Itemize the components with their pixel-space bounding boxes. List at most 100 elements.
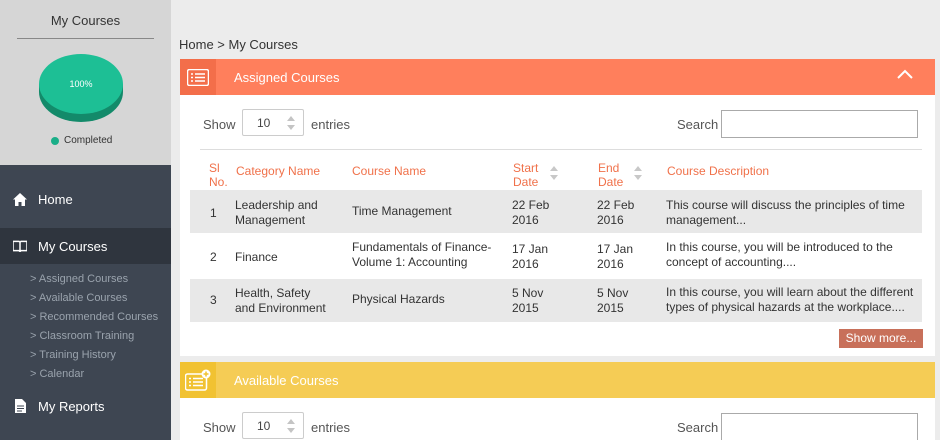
nav-label: My Courses bbox=[38, 238, 108, 254]
search-label: Search bbox=[677, 420, 719, 435]
submenu-item-history[interactable]: > Training History bbox=[30, 346, 158, 365]
submenu-item-available[interactable]: > Available Courses bbox=[30, 289, 158, 308]
table-row[interactable]: 1 Leadership and Management Time Managem… bbox=[190, 190, 922, 233]
show-label: Show bbox=[203, 420, 236, 435]
search-label: Search bbox=[677, 117, 719, 132]
cell-text: 17 Jan bbox=[597, 242, 634, 256]
progress-panel: My Courses 100% Completed bbox=[0, 0, 171, 165]
cell-start-date: 22 Feb 2016 bbox=[512, 198, 549, 228]
entries-value: 10 bbox=[257, 116, 271, 130]
cell-sl-no: 3 bbox=[210, 293, 217, 307]
cell-text: In this course, you will be introduced t… bbox=[666, 240, 893, 254]
cell-description: This course will discuss the principles … bbox=[666, 198, 905, 228]
cell-text: 5 Nov bbox=[597, 286, 629, 300]
available-courses-header[interactable]: Available Courses bbox=[180, 362, 935, 398]
cell-text: Finance bbox=[235, 250, 278, 264]
nav-item-my-reports[interactable]: My Reports bbox=[0, 388, 171, 424]
nav-label: My Reports bbox=[38, 398, 105, 414]
table-row[interactable]: 2 Finance Fundamentals of Finance- Volum… bbox=[190, 235, 922, 278]
cell-course-name[interactable]: Physical Hazards bbox=[352, 292, 445, 307]
table-controls: Show 10 entries Search bbox=[180, 95, 935, 151]
header-text: No. bbox=[209, 175, 228, 189]
sidebar: My Courses 100% Completed Home My Course… bbox=[0, 0, 171, 440]
report-icon bbox=[13, 399, 27, 413]
cell-text: Management bbox=[235, 213, 306, 227]
header-text: Sl bbox=[209, 161, 220, 175]
submenu-item-classroom[interactable]: > Classroom Training bbox=[30, 327, 158, 346]
cell-text: Time Management bbox=[352, 204, 452, 218]
cell-course-name[interactable]: Fundamentals of Finance- Volume 1: Accou… bbox=[352, 240, 491, 270]
show-more-button[interactable]: Show more... bbox=[839, 329, 923, 348]
cell-text: and Environment bbox=[235, 301, 326, 315]
book-icon bbox=[13, 239, 27, 253]
spinner-arrows-icon[interactable] bbox=[286, 113, 296, 133]
collapse-chevron-icon[interactable] bbox=[897, 69, 913, 79]
cell-text: management... bbox=[666, 213, 747, 227]
cell-text: 2016 bbox=[512, 213, 539, 227]
nav-item-home[interactable]: Home bbox=[0, 181, 171, 217]
cell-description: In this course, you will learn about the… bbox=[666, 285, 913, 315]
cell-sl-no: 1 bbox=[210, 206, 217, 220]
cell-end-date: 5 Nov 2015 bbox=[597, 286, 628, 316]
entries-label: entries bbox=[311, 420, 351, 435]
cell-description: In this course, you will be introduced t… bbox=[666, 240, 893, 270]
show-label: Show bbox=[203, 117, 236, 132]
cell-end-date: 22 Feb 2016 bbox=[597, 198, 634, 228]
column-header-category[interactable]: Category Name bbox=[236, 164, 320, 178]
legend-label: Completed bbox=[64, 135, 113, 146]
cell-start-date: 5 Nov 2015 bbox=[512, 286, 543, 316]
column-header-start-date[interactable]: Start Date bbox=[513, 161, 538, 189]
column-header-end-date[interactable]: End Date bbox=[598, 161, 623, 189]
entries-value: 10 bbox=[257, 419, 271, 433]
breadcrumb: Home > My Courses bbox=[179, 37, 298, 52]
nav-label: Home bbox=[38, 191, 73, 207]
divider bbox=[17, 38, 154, 39]
cell-course-name[interactable]: Time Management bbox=[352, 204, 452, 219]
cell-text: 2016 bbox=[512, 257, 539, 271]
sort-icon[interactable] bbox=[633, 165, 643, 181]
search-input[interactable] bbox=[721, 110, 918, 138]
pie-percent-label: 100% bbox=[69, 79, 93, 89]
submenu-item-assigned[interactable]: > Assigned Courses bbox=[30, 270, 158, 289]
column-header-course[interactable]: Course Name bbox=[352, 164, 426, 178]
cell-text: In this course, you will learn about the… bbox=[666, 285, 914, 299]
cell-category: Finance bbox=[235, 250, 278, 265]
header-text: Date bbox=[513, 175, 539, 189]
table-header-divider bbox=[200, 149, 922, 150]
cell-text: 2016 bbox=[597, 257, 624, 271]
cell-text: Fundamentals of Finance- bbox=[352, 240, 492, 254]
entries-select[interactable]: 10 bbox=[242, 109, 304, 136]
column-header-description[interactable]: Course Description bbox=[667, 164, 769, 178]
submenu-item-calendar[interactable]: > Calendar bbox=[30, 365, 158, 384]
progress-title: My Courses bbox=[50, 13, 121, 28]
column-header-sl-no[interactable]: Sl No. bbox=[209, 161, 228, 189]
cell-text: 17 Jan bbox=[512, 242, 549, 256]
cell-text: Leadership and bbox=[235, 198, 318, 212]
search-input[interactable] bbox=[721, 413, 918, 440]
cell-text: Health, Safety bbox=[235, 286, 311, 300]
header-text: Start bbox=[513, 161, 539, 175]
cell-text: Volume 1: Accounting bbox=[352, 255, 468, 269]
sort-icon[interactable] bbox=[549, 165, 559, 181]
panel-title: Available Courses bbox=[234, 372, 339, 388]
submenu-item-recommended[interactable]: > Recommended Courses bbox=[30, 308, 158, 327]
add-list-icon bbox=[180, 362, 216, 398]
cell-text: Physical Hazards bbox=[352, 292, 445, 306]
spinner-arrows-icon[interactable] bbox=[286, 416, 296, 436]
available-courses-panel: Available Courses Show 10 entries Search bbox=[180, 362, 935, 440]
header-text: End bbox=[598, 161, 620, 175]
pie-legend: Completed bbox=[51, 135, 112, 146]
entries-label: entries bbox=[311, 117, 351, 132]
nav-item-my-courses[interactable]: My Courses bbox=[0, 228, 171, 264]
cell-text: concept of accounting.... bbox=[666, 255, 797, 269]
cell-text: 2015 bbox=[597, 301, 624, 315]
panel-title: Assigned Courses bbox=[234, 69, 340, 85]
entries-select[interactable]: 10 bbox=[242, 412, 304, 439]
cell-category: Health, Safety and Environment bbox=[235, 286, 326, 316]
cell-text: 22 Feb bbox=[597, 198, 635, 212]
cell-end-date: 17 Jan 2016 bbox=[597, 242, 633, 272]
table-controls: Show 10 entries Search bbox=[180, 398, 935, 440]
cell-text: 2016 bbox=[597, 213, 624, 227]
assigned-courses-header[interactable]: Assigned Courses bbox=[180, 59, 935, 95]
table-row[interactable]: 3 Health, Safety and Environment Physica… bbox=[190, 279, 922, 322]
